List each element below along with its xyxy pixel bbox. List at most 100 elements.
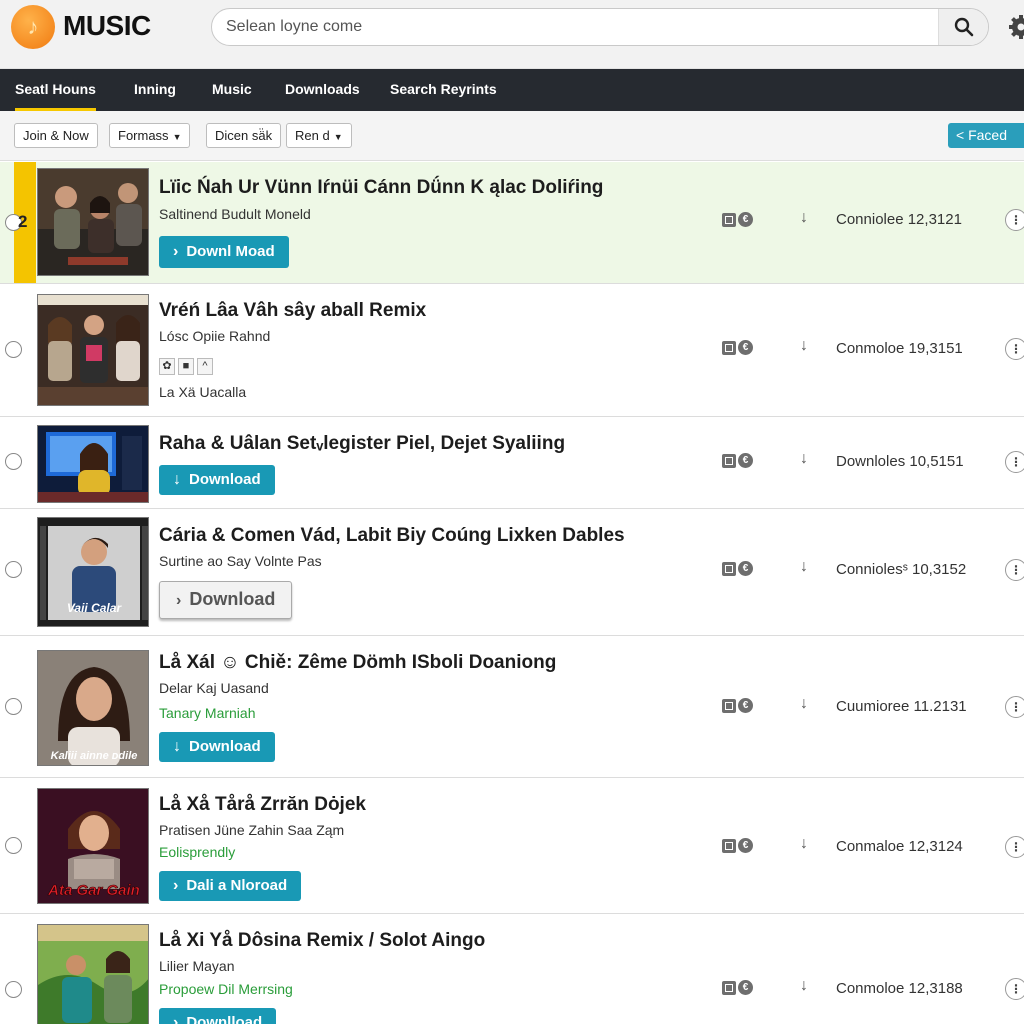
song-title[interactable]: Lå Xå Tårå Zrrăn Dȯjek xyxy=(159,794,366,816)
search-button[interactable] xyxy=(938,9,988,45)
download-arrow-icon[interactable]: ↓ xyxy=(800,558,808,576)
download-button[interactable]: › Downl Moad xyxy=(159,236,289,268)
more-options-icon[interactable]: ⋮ xyxy=(1005,209,1024,231)
format-icons: € xyxy=(722,453,753,468)
formats-label: Formass xyxy=(118,128,169,143)
nav-item-search-reyrints[interactable]: Search Reyrints xyxy=(390,69,497,111)
more-options-icon[interactable]: ⋮ xyxy=(1005,978,1024,1000)
video-format-icon[interactable] xyxy=(722,453,736,468)
download-button-label: Download xyxy=(189,738,261,755)
more-options-icon[interactable]: ⋮ xyxy=(1005,338,1024,360)
nav-item-seatl-houns[interactable]: Seatl Houns xyxy=(15,69,96,111)
nav-item-inning[interactable]: Inning xyxy=(134,69,176,111)
search-input[interactable] xyxy=(226,9,926,45)
song-title[interactable]: Lå Xál ☺ Chiě: Zême Dömh ISboli Doaniong xyxy=(159,652,556,674)
audio-format-icon[interactable]: € xyxy=(738,698,753,713)
rend-dropdown[interactable]: Ren d ▼ xyxy=(286,123,352,148)
download-button[interactable]: › Downlload xyxy=(159,1008,277,1024)
download-button[interactable]: › Dali a Nloroad xyxy=(159,871,302,901)
album-thumbnail[interactable] xyxy=(37,425,149,503)
video-format-icon[interactable] xyxy=(722,980,736,995)
download-arrow-icon[interactable]: ↓ xyxy=(800,977,808,995)
expand-tag-icon[interactable]: ^ xyxy=(197,358,213,375)
music-note-icon: ♪ xyxy=(27,14,39,39)
video-format-icon[interactable] xyxy=(722,340,736,355)
row-select-radio[interactable] xyxy=(5,981,22,998)
nav-item-downloads[interactable]: Downloads xyxy=(285,69,360,111)
download-arrow-icon[interactable]: ↓ xyxy=(800,695,808,713)
row-select-radio[interactable] xyxy=(5,698,22,715)
download-count: Downloles 10,5151 xyxy=(836,453,964,470)
row-select-radio[interactable] xyxy=(5,453,22,470)
video-format-icon[interactable] xyxy=(722,561,736,576)
song-artist: Saltinend Budult Moneld xyxy=(159,206,311,222)
audio-format-icon[interactable]: € xyxy=(738,212,753,227)
format-icons: € xyxy=(722,838,753,853)
song-title[interactable]: Raha & Uâlan Setᵥlegister Piel, Dejet Sy… xyxy=(159,433,565,455)
song-title[interactable]: Cária & Comen Vád, Labit Biy Coúng Lixke… xyxy=(159,525,625,547)
song-title[interactable]: Lïic Ńah Ur Vünn Iŕnüi Cánn Dǘnn K ąlac … xyxy=(159,177,603,199)
song-title[interactable]: Vréń Lâa Vâh sây aball Remix xyxy=(159,300,426,322)
audio-format-icon[interactable]: € xyxy=(738,561,753,576)
download-arrow-icon[interactable]: ↓ xyxy=(800,450,808,468)
audio-format-icon[interactable]: € xyxy=(738,340,753,355)
back-arrow-icon: < xyxy=(956,127,965,143)
faced-button[interactable]: < Faced xyxy=(948,123,1024,148)
song-album: Tanary Marniah xyxy=(159,705,256,721)
download-button[interactable]: ↓ Download xyxy=(159,732,275,762)
row-select-radio[interactable] xyxy=(5,837,22,854)
gear-icon[interactable] xyxy=(1008,14,1024,40)
more-options-icon[interactable]: ⋮ xyxy=(1005,559,1024,581)
video-format-icon[interactable] xyxy=(722,698,736,713)
format-icons: € xyxy=(722,980,753,995)
row-select-radio[interactable] xyxy=(5,561,22,578)
flower-tag-icon[interactable]: ✿ xyxy=(159,358,175,375)
download-arrow-icon[interactable]: ↓ xyxy=(800,835,808,853)
album-thumbnail[interactable]: Kaliii ainne ᴅdile xyxy=(37,650,149,766)
download-button-label: Downlload xyxy=(186,1014,263,1024)
more-options-icon[interactable]: ⋮ xyxy=(1005,836,1024,858)
download-button[interactable]: › Download xyxy=(159,581,293,619)
download-arrow-icon[interactable]: ↓ xyxy=(800,337,808,355)
download-button[interactable]: ↓ Download xyxy=(159,465,275,495)
main-nav: Seatl Houns Inning Music Downloads Searc… xyxy=(0,69,1024,111)
album-thumbnail[interactable] xyxy=(37,924,149,1024)
row-select-radio[interactable] xyxy=(5,341,22,358)
download-button-label: Dali a Nloroad xyxy=(186,877,288,894)
song-row[interactable]: Vréń Lâa Vâh sây aball Remix Lósc Opiie … xyxy=(0,284,1024,417)
image-tag-icon[interactable]: ■ xyxy=(178,358,194,375)
song-row[interactable]: Lå Xi Yå Dôsina Remix / Solot Aingo Lili… xyxy=(0,914,1024,1024)
dicen-button[interactable]: Dicen sä̈k xyxy=(206,123,282,148)
album-thumbnail[interactable]: Ata Gar Gain xyxy=(37,788,149,904)
chevron-right-icon: › xyxy=(173,877,179,894)
audio-format-icon[interactable]: € xyxy=(738,453,753,468)
formats-dropdown[interactable]: Formass ▼ xyxy=(109,123,191,148)
video-format-icon[interactable] xyxy=(722,212,736,227)
download-arrow-icon[interactable]: ↓ xyxy=(800,209,808,227)
app-logo-icon[interactable]: ♪ xyxy=(11,5,55,49)
nav-item-music[interactable]: Music xyxy=(212,69,252,111)
audio-format-icon[interactable]: € xyxy=(738,980,753,995)
more-options-icon[interactable]: ⋮ xyxy=(1005,696,1024,718)
song-title[interactable]: Lå Xi Yå Dôsina Remix / Solot Aingo xyxy=(159,930,485,952)
rend-label: Ren d xyxy=(295,128,330,143)
audio-format-icon[interactable]: € xyxy=(738,838,753,853)
album-thumbnail[interactable]: Vaii Calar xyxy=(37,517,149,627)
more-options-icon[interactable]: ⋮ xyxy=(1005,451,1024,473)
song-row[interactable]: Ata Gar Gain Lå Xå Tårå Zrrăn Dȯjek Prat… xyxy=(0,778,1024,914)
chevron-down-icon: ▼ xyxy=(172,132,182,142)
rank-number: 2 xyxy=(18,212,28,231)
album-thumbnail[interactable] xyxy=(37,294,149,406)
app-name[interactable]: MUSIC xyxy=(63,10,151,42)
chevron-right-icon: › xyxy=(173,1014,179,1024)
song-row[interactable]: Vaii Calar Cária & Comen Vád, Labit Biy … xyxy=(0,509,1024,636)
song-row[interactable]: 2 Lïic Ńah Ur Vünn Iŕnüi Cánn Dǘnn K ąla… xyxy=(0,162,1024,284)
download-count: Conniolee 12,3121 xyxy=(836,211,962,228)
join-now-button[interactable]: Join & Now xyxy=(14,123,98,148)
download-count: Conmoloe 12,3188 xyxy=(836,980,963,997)
download-button-label: Downl Moad xyxy=(186,243,275,260)
song-row[interactable]: Raha & Uâlan Setᵥlegister Piel, Dejet Sy… xyxy=(0,417,1024,509)
album-thumbnail[interactable] xyxy=(37,168,149,276)
song-album: Eolisprendly xyxy=(159,844,236,860)
video-format-icon[interactable] xyxy=(722,838,736,853)
